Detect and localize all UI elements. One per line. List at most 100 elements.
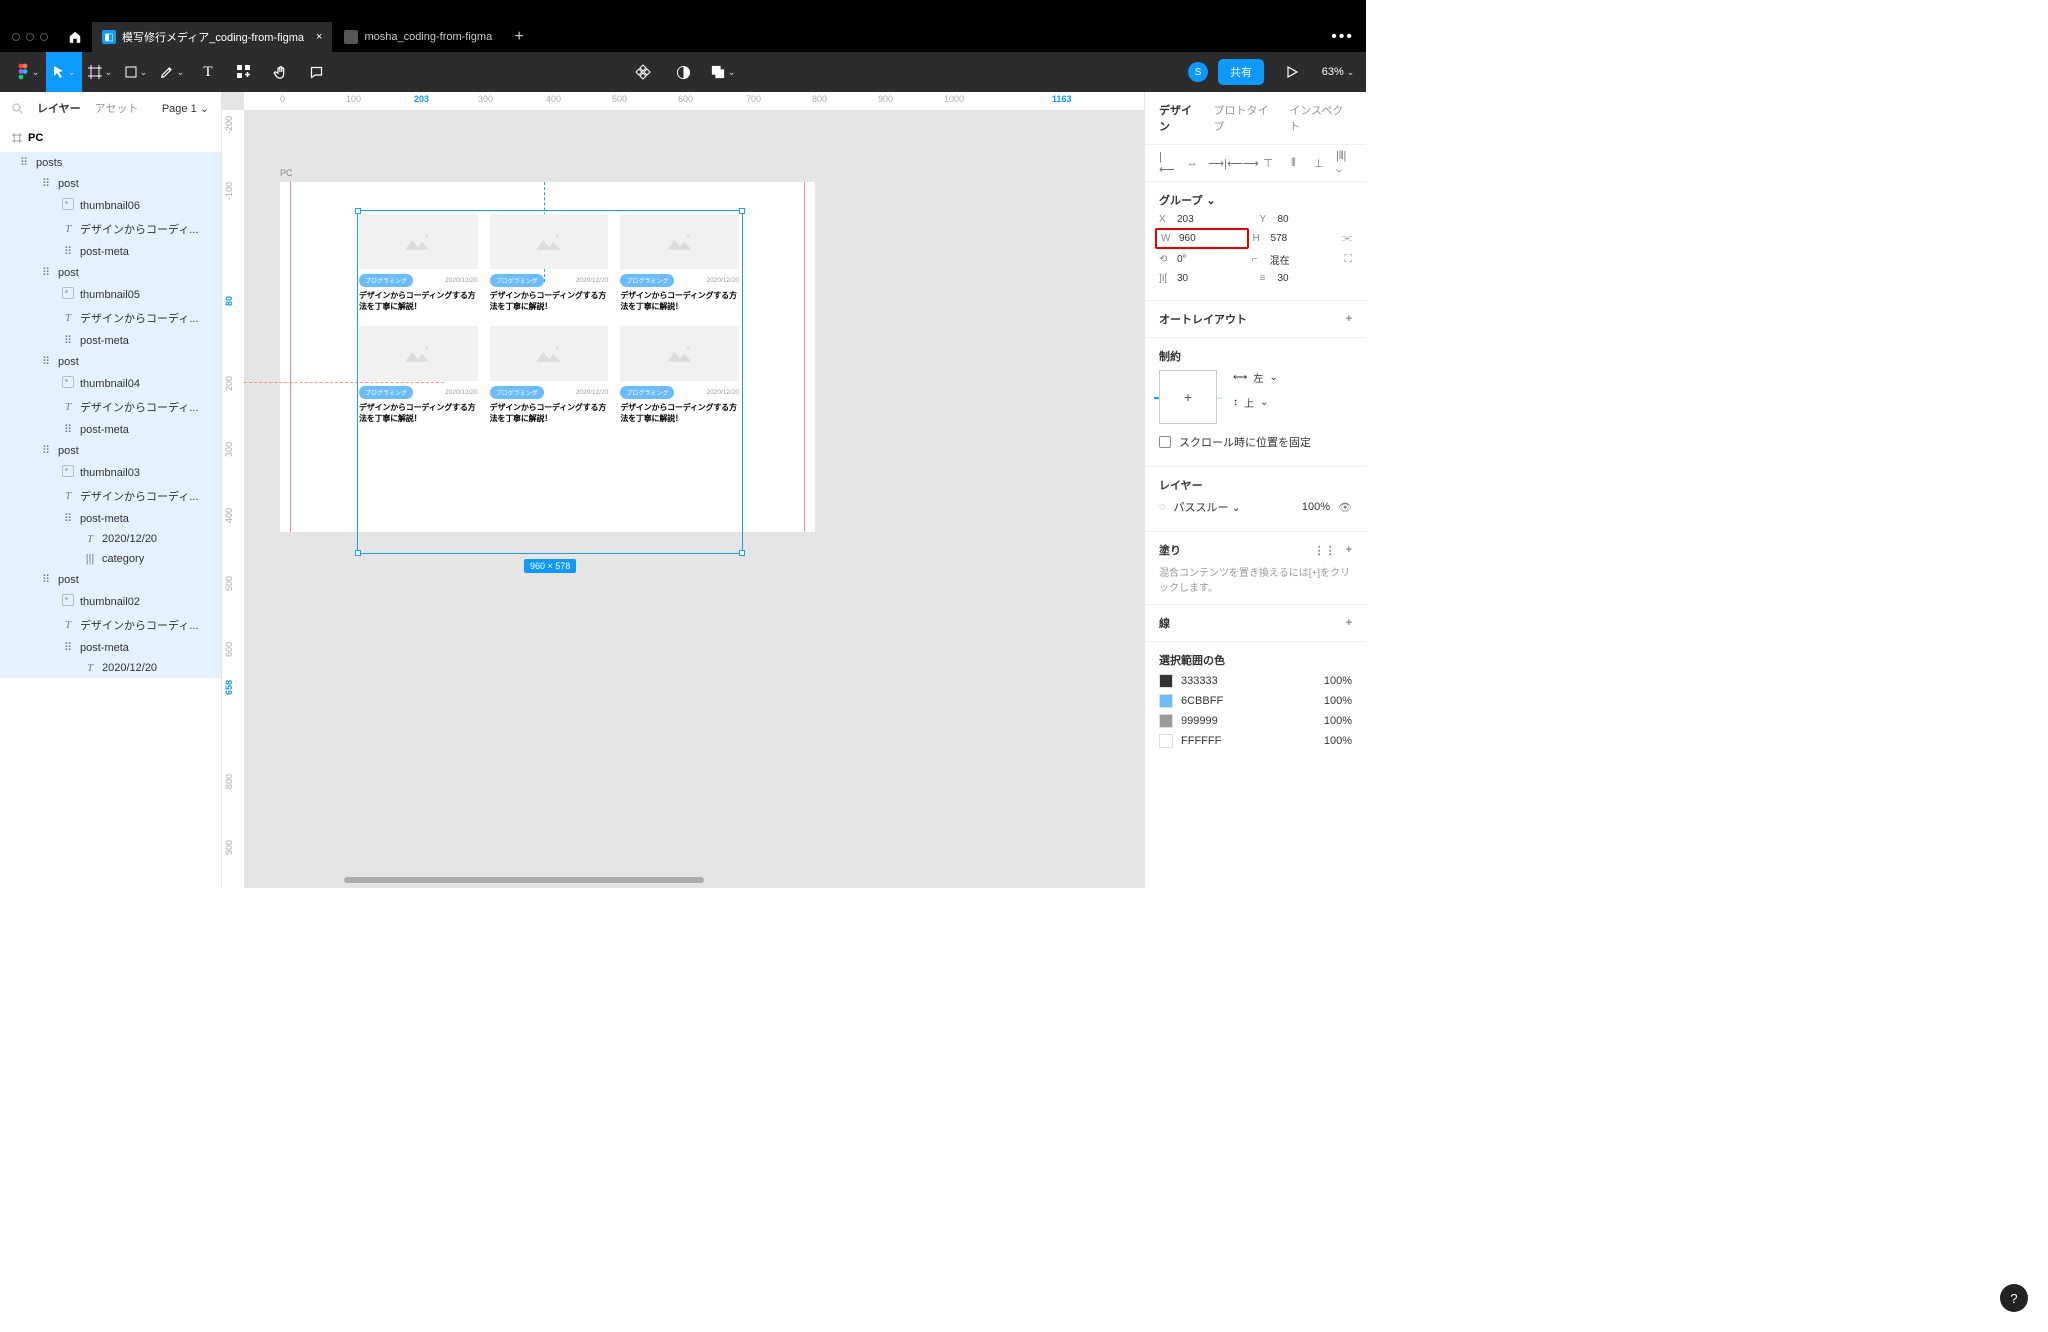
- canvas-area[interactable]: PC プログラミング2020/12/20 デザインからコーディングする方法を丁寧…: [244, 110, 1144, 888]
- layer-row[interactable]: ⠿ post-meta: [0, 508, 221, 529]
- close-icon[interactable]: ×: [316, 31, 322, 43]
- mask-icon[interactable]: [665, 52, 701, 92]
- group-icon: ⠿: [62, 512, 74, 525]
- pen-tool-button[interactable]: [154, 52, 190, 92]
- layer-row[interactable]: T2020/12/20: [0, 529, 221, 549]
- layer-row[interactable]: ⠿post-meta: [0, 419, 221, 440]
- page-selector[interactable]: Page 1 ⌄: [162, 102, 209, 115]
- generic-fav-icon: [344, 30, 358, 44]
- layer-row[interactable]: T デザインからコーディ...: [0, 395, 221, 419]
- layers-tab[interactable]: レイヤー: [37, 100, 81, 116]
- frame-label[interactable]: PC: [280, 168, 293, 178]
- constraint-v-select[interactable]: ↕ 上 ⌄: [1233, 395, 1352, 410]
- user-avatar[interactable]: S: [1188, 62, 1208, 82]
- add-autolayout-button[interactable]: +: [1346, 313, 1352, 325]
- present-button[interactable]: [1274, 52, 1310, 92]
- gap-h-field[interactable]: ]I[30: [1159, 273, 1252, 284]
- x-field[interactable]: X203: [1159, 214, 1252, 225]
- fix-scroll-label: スクロール時に位置を固定: [1179, 434, 1311, 450]
- layer-row[interactable]: |||category: [0, 549, 221, 569]
- layer-row[interactable]: ⠿posts: [0, 152, 221, 173]
- color-row[interactable]: 6CBBFF 100%: [1159, 694, 1352, 708]
- layer-row[interactable]: Tデザインからコーディ...: [0, 217, 221, 241]
- layer-row[interactable]: thumbnail02: [0, 590, 221, 613]
- inspect-tab[interactable]: インスペクト: [1289, 102, 1352, 134]
- main-menu-button[interactable]: [10, 52, 46, 92]
- visibility-icon[interactable]: 👁: [1338, 501, 1352, 514]
- layer-row[interactable]: Tデザインからコーディ...: [0, 613, 221, 637]
- rotation-field[interactable]: ⟲0°: [1159, 254, 1244, 265]
- browser-tab-active[interactable]: ◧ 模写修行メディア_coding-from-figma ×: [92, 22, 332, 52]
- layer-row[interactable]: ⠿post: [0, 173, 221, 194]
- comment-tool-button[interactable]: [298, 52, 334, 92]
- fix-scroll-checkbox[interactable]: [1159, 436, 1171, 448]
- layer-row[interactable]: ⠿post: [0, 440, 221, 461]
- layer-label: デザインからコーディ...: [80, 399, 198, 415]
- layer-row[interactable]: ⠿post: [0, 351, 221, 372]
- zoom-level[interactable]: 63%: [1320, 52, 1356, 92]
- layer-row[interactable]: thumbnail03: [0, 461, 221, 484]
- layer-label: post-meta: [80, 513, 129, 525]
- y-field[interactable]: Y80: [1260, 214, 1353, 225]
- constraint-diagram[interactable]: [1159, 370, 1217, 424]
- help-button[interactable]: ?: [2000, 1284, 2028, 1312]
- search-icon[interactable]: [12, 103, 23, 114]
- frame-tool-button[interactable]: [82, 52, 118, 92]
- boolean-icon[interactable]: [705, 52, 741, 92]
- text-icon: T: [62, 312, 74, 324]
- layer-row[interactable]: Tデザインからコーディ...: [0, 306, 221, 330]
- h-field[interactable]: H578: [1253, 233, 1335, 244]
- home-button[interactable]: [60, 30, 90, 44]
- window-traffic-lights: [10, 33, 58, 41]
- layer-row[interactable]: thumbnail05: [0, 283, 221, 306]
- constraint-h-select[interactable]: ⟷ 左 ⌄: [1233, 370, 1352, 385]
- blend-icon[interactable]: ◌: [1159, 501, 1166, 513]
- text-icon: T: [62, 401, 74, 413]
- text-tool-button[interactable]: T: [190, 52, 226, 92]
- frame-row[interactable]: PC: [0, 124, 221, 152]
- layer-row[interactable]: thumbnail06: [0, 194, 221, 217]
- layer-row[interactable]: Tデザインからコーディ...: [0, 484, 221, 508]
- browser-tab[interactable]: mosha_coding-from-figma: [334, 22, 502, 52]
- move-tool-button[interactable]: [46, 52, 82, 92]
- component-icon[interactable]: [625, 52, 661, 92]
- layer-label: 2020/12/20: [102, 533, 157, 545]
- add-stroke-button[interactable]: +: [1346, 617, 1352, 629]
- layer-row[interactable]: ⠿post-meta: [0, 637, 221, 658]
- blend-mode-select[interactable]: パススルー ⌄: [1174, 499, 1241, 515]
- w-field[interactable]: W960: [1155, 228, 1249, 249]
- gap-v-field[interactable]: ≡30: [1260, 273, 1353, 284]
- layer-row[interactable]: ⠿post-meta: [0, 241, 221, 262]
- color-row[interactable]: FFFFFF 100%: [1159, 734, 1352, 748]
- assets-tab[interactable]: アセット: [95, 100, 139, 116]
- new-tab-button[interactable]: +: [504, 28, 534, 46]
- layer-label: thumbnail02: [80, 596, 140, 608]
- layer-label: thumbnail04: [80, 378, 140, 390]
- layer-row[interactable]: ⠿post: [0, 569, 221, 590]
- layer-row[interactable]: ⠿post: [0, 262, 221, 283]
- group-icon: ⠿: [18, 156, 30, 169]
- corner-detail-icon[interactable]: ⛶: [1344, 253, 1352, 266]
- canvas-scrollbar[interactable]: [344, 877, 704, 883]
- hand-tool-button[interactable]: [262, 52, 298, 92]
- link-wh-icon[interactable]: ⫘: [1342, 232, 1352, 245]
- color-row[interactable]: 333333 100%: [1159, 674, 1352, 688]
- alignment-controls[interactable]: |⟵↔⟶|⟵⟶⊤⫴⊥|⫴|⌄: [1159, 155, 1352, 171]
- layer-opacity[interactable]: 100%: [1302, 501, 1330, 513]
- layer-row[interactable]: ⠿post-meta: [0, 330, 221, 351]
- add-fill-button[interactable]: +: [1346, 544, 1352, 556]
- layer-label: thumbnail03: [80, 467, 140, 479]
- fill-title: 塗り: [1159, 542, 1181, 558]
- browser-more-icon[interactable]: •••: [1331, 28, 1354, 46]
- image-icon: [62, 198, 74, 213]
- share-button[interactable]: 共有: [1218, 59, 1264, 85]
- layer-row[interactable]: T2020/12/20: [0, 658, 221, 678]
- design-tab[interactable]: デザイン: [1159, 102, 1201, 134]
- corner-field[interactable]: ⌐混在: [1252, 252, 1337, 267]
- prototype-tab[interactable]: プロトタイプ: [1213, 102, 1277, 134]
- resources-button[interactable]: [226, 52, 262, 92]
- shape-tool-button[interactable]: [118, 52, 154, 92]
- layer-row[interactable]: thumbnail04: [0, 372, 221, 395]
- fill-style-button[interactable]: ⋮⋮: [1314, 544, 1336, 557]
- color-row[interactable]: 999999 100%: [1159, 714, 1352, 728]
